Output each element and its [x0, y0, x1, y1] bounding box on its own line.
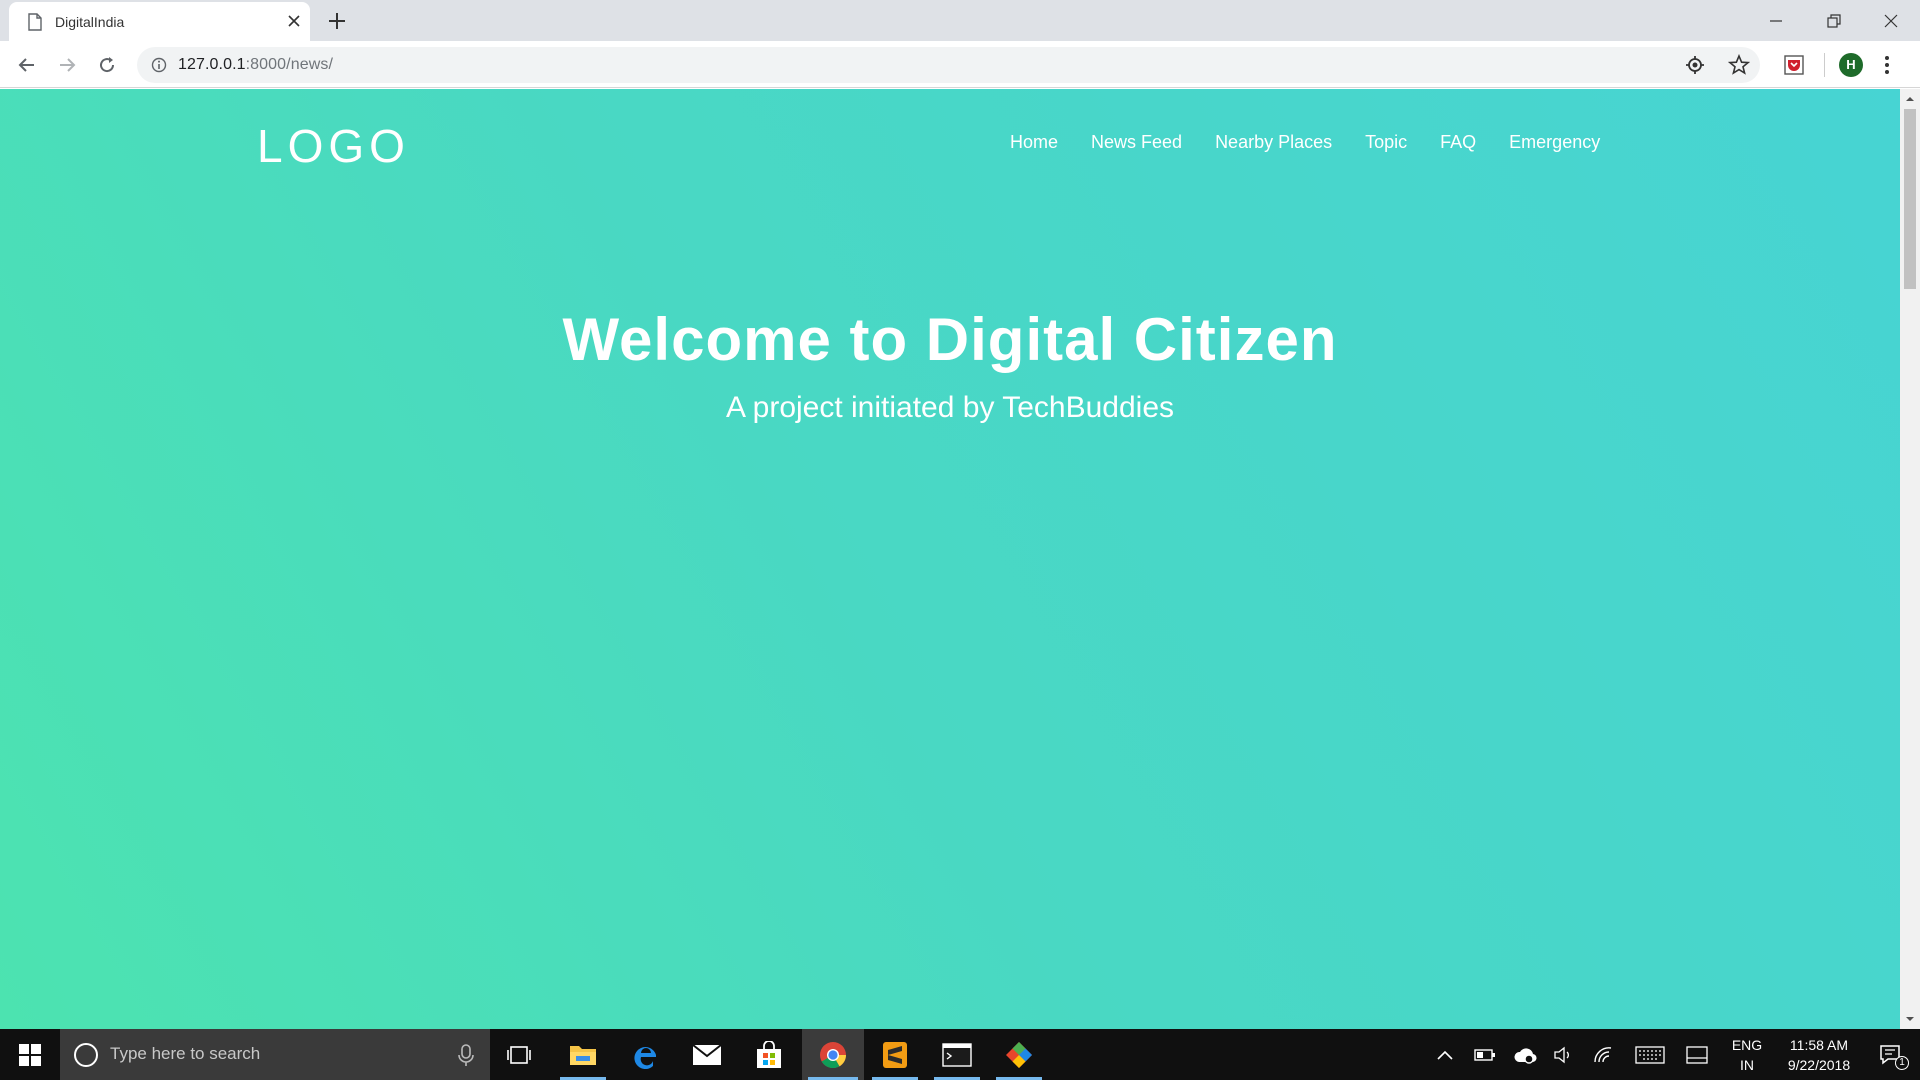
input-language-button[interactable]: ENG IN — [1722, 1029, 1772, 1080]
clock-time: 11:58 AM — [1789, 1036, 1849, 1053]
browser-tab[interactable]: DigitalIndia — [9, 2, 310, 41]
onedrive-tray-button[interactable] — [1508, 1029, 1542, 1080]
minimize-button[interactable] — [1747, 0, 1805, 41]
search-placeholder: Type here to search — [110, 1044, 261, 1063]
url-host: 127.0.0.1 — [178, 56, 246, 73]
reload-icon — [100, 57, 115, 73]
nav-topic[interactable]: Topic — [1365, 132, 1407, 153]
url-text[interactable]: 127.0.0.1:8000/news/ — [178, 56, 333, 74]
windows-taskbar: Type here to search ENG IN 11:58 AM 9/22… — [0, 1029, 1920, 1080]
nav-news-feed[interactable]: News Feed — [1091, 132, 1182, 153]
minimize-icon — [1770, 19, 1782, 22]
terminal-icon — [942, 1042, 972, 1067]
address-bar[interactable]: 127.0.0.1:8000/news/ — [137, 47, 1760, 83]
clock-date: 9/22/2018 — [1787, 1056, 1851, 1073]
restore-button[interactable] — [1805, 0, 1863, 41]
battery-icon — [1474, 1048, 1495, 1061]
task-view-button[interactable] — [490, 1029, 548, 1080]
toolbar-divider — [1824, 53, 1825, 77]
file-explorer-app[interactable] — [554, 1029, 612, 1080]
show-hidden-icons-button[interactable] — [1430, 1029, 1460, 1080]
store-app[interactable] — [740, 1029, 798, 1080]
page-icon — [28, 13, 42, 31]
hero-title: Welcome to Digital Citizen — [562, 306, 1338, 373]
url-path: :8000/news/ — [245, 56, 334, 73]
git-app[interactable] — [990, 1029, 1048, 1080]
browser-tab-strip: DigitalIndia — [0, 0, 1920, 41]
edge-app[interactable] — [617, 1029, 675, 1080]
keyboard-icon — [1635, 1045, 1665, 1064]
chevron-up-icon — [1437, 1050, 1453, 1060]
close-icon — [1884, 14, 1898, 27]
clock-button[interactable]: 11:58 AM 9/22/2018 — [1776, 1029, 1862, 1080]
region-code: IN — [1740, 1056, 1754, 1073]
folder-icon — [570, 1045, 596, 1065]
forward-arrow-icon — [60, 58, 76, 72]
pocket-extension-icon[interactable] — [1783, 54, 1805, 76]
back-button[interactable] — [13, 51, 41, 79]
page-scrollbar[interactable] — [1900, 89, 1920, 1029]
hero-subtitle: A project initiated by TechBuddies — [725, 391, 1175, 424]
browser-toolbar: 127.0.0.1:8000/news/ H — [0, 41, 1920, 88]
store-bag-icon — [757, 1040, 781, 1068]
menu-kebab-icon[interactable] — [1883, 54, 1891, 76]
wifi-icon — [1594, 1046, 1612, 1062]
profile-avatar[interactable]: H — [1839, 53, 1863, 77]
scroll-down-arrow-icon[interactable] — [1904, 1013, 1916, 1025]
scrollbar-thumb[interactable] — [1904, 109, 1916, 289]
new-tab-icon[interactable] — [326, 10, 348, 32]
nav-home[interactable]: Home — [1010, 132, 1058, 153]
location-icon[interactable] — [1684, 54, 1706, 76]
tab-title: DigitalIndia — [55, 14, 125, 30]
cortana-icon — [74, 1043, 98, 1067]
git-icon — [1006, 1041, 1032, 1068]
touch-keyboard-button[interactable] — [1632, 1029, 1668, 1080]
restore-icon — [1827, 13, 1841, 28]
nav-nearby-places[interactable]: Nearby Places — [1215, 132, 1332, 153]
nav-emergency[interactable]: Emergency — [1509, 132, 1600, 153]
microphone-icon[interactable] — [456, 1043, 476, 1067]
cloud-sync-icon — [1514, 1047, 1537, 1064]
edge-browser-icon — [634, 1046, 656, 1069]
mail-app[interactable] — [678, 1029, 736, 1080]
back-arrow-icon — [18, 58, 34, 72]
network-tray-button[interactable] — [1588, 1029, 1618, 1080]
speaker-icon — [1554, 1046, 1569, 1063]
scroll-up-arrow-icon[interactable] — [1904, 93, 1916, 105]
display-icon — [1686, 1045, 1708, 1064]
info-icon[interactable] — [151, 57, 167, 73]
page-viewport: LOGO Home News Feed Nearby Places Topic … — [0, 89, 1900, 1029]
task-view-icon — [507, 1045, 531, 1064]
chrome-icon — [820, 1041, 847, 1068]
display-tray-button[interactable] — [1680, 1029, 1714, 1080]
bookmark-star-icon[interactable] — [1728, 54, 1750, 76]
volume-tray-button[interactable] — [1548, 1029, 1578, 1080]
mail-icon — [692, 1043, 722, 1065]
forward-button[interactable] — [53, 51, 81, 79]
chrome-app[interactable] — [802, 1029, 864, 1080]
language-code: ENG — [1731, 1036, 1763, 1053]
sublime-text-icon — [883, 1041, 907, 1068]
close-window-button[interactable] — [1862, 0, 1920, 41]
start-button[interactable] — [0, 1029, 60, 1080]
notification-count: 1 — [1895, 1056, 1909, 1070]
sublime-text-app[interactable] — [866, 1029, 924, 1080]
nav-faq[interactable]: FAQ — [1440, 132, 1476, 153]
terminal-app[interactable] — [928, 1029, 986, 1080]
site-logo[interactable]: LOGO — [257, 119, 410, 173]
action-center-button[interactable]: 1 — [1868, 1029, 1914, 1080]
windows-logo-icon — [19, 1043, 41, 1066]
reload-button[interactable] — [93, 51, 121, 79]
taskbar-search-box[interactable]: Type here to search — [60, 1029, 490, 1080]
main-nav: Home News Feed Nearby Places Topic FAQ E… — [1010, 132, 1600, 153]
battery-tray-button[interactable] — [1470, 1029, 1500, 1080]
close-tab-icon[interactable] — [286, 13, 302, 29]
